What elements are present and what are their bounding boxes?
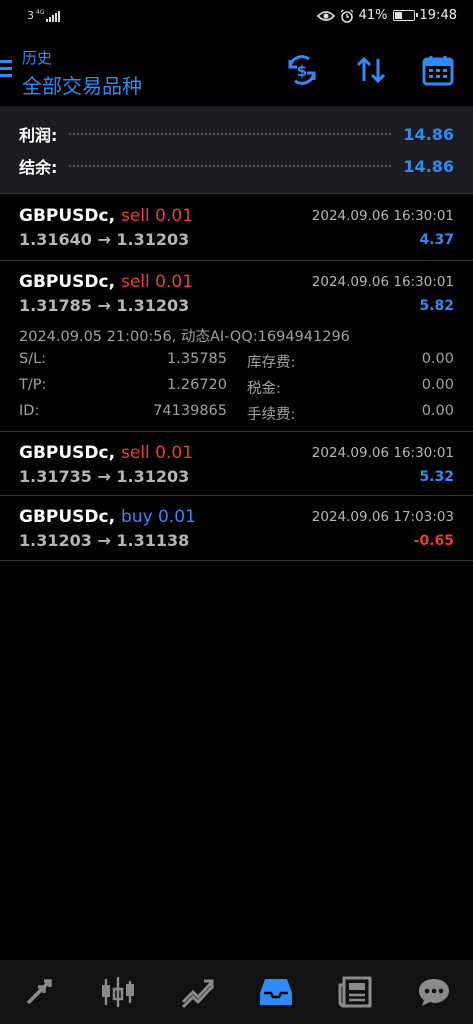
app-header: 历史 全部交易品种 $ [0,34,473,106]
deal-time: 2024.09.06 16:30:01 [311,274,454,290]
deal-profit: 5.82 [419,298,454,314]
tax-value: 0.00 [421,377,454,393]
chat-icon[interactable] [409,967,459,1017]
swap-value: 0.00 [421,351,454,367]
page-subtitle: 历史 [22,49,53,67]
deal-row[interactable]: GBPUSDc, sell 0.01 1.31735 → 1.31203 202… [0,432,473,496]
quotes-icon[interactable] [14,967,64,1017]
tp-label: T/P: [19,377,47,393]
dotted-leader [69,133,392,135]
dotted-leader [69,165,392,167]
sl-value: 1.35785 [167,351,227,367]
deal-open-info: 2024.09.05 21:00:56, 动态AI-QQ:1694941296 [19,329,350,345]
status-bar: 3 4G 41% 19:48 [0,0,473,34]
eye-icon [316,10,335,21]
deal-time: 2024.09.06 17:03:03 [311,509,454,525]
id-label: ID: [19,403,40,419]
deal-profit: 4.37 [419,232,454,248]
deal-row-expanded[interactable]: GBPUSDc, sell 0.01 1.31785 → 1.31203 202… [0,261,473,432]
fee-label: 手续费: [247,407,296,423]
deal-side: sell 0.01 [121,206,194,226]
profit-value: 14.86 [403,124,454,144]
symbol-filter[interactable]: 全部交易品种 [22,70,142,99]
sl-label: S/L: [19,351,47,367]
balance-label: 结余: [19,158,58,177]
news-icon[interactable] [330,967,380,1017]
deal-time: 2024.09.06 16:30:01 [311,445,454,461]
battery-icon [392,10,418,21]
tp-value: 1.26720 [167,377,227,393]
deal-time: 2024.09.06 16:30:01 [311,208,454,224]
sort-icon[interactable] [351,50,391,90]
clock: 19:48 [419,8,457,23]
battery-percent: 41% [358,8,388,23]
fee-value: 0.00 [421,403,454,419]
network-type: 4G [36,9,45,16]
menu-icon[interactable] [0,60,12,78]
swap-label: 库存费: [247,355,296,371]
deal-symbol: GBPUSDc, [19,443,116,463]
chart-icon[interactable] [93,967,143,1017]
deal-profit: -0.65 [413,533,454,549]
alarm-icon [340,8,354,23]
dollar-swap-icon[interactable]: $ [282,50,322,90]
deal-side: sell 0.01 [121,443,194,463]
deal-side: sell 0.01 [121,272,194,292]
deal-symbol: GBPUSDc, [19,507,116,527]
id-value: 74139865 [153,403,227,419]
tax-label: 税金: [247,381,281,397]
deal-prices: 1.31735 → 1.31203 [19,467,190,486]
history-icon[interactable] [251,967,301,1017]
profit-label: 利润: [19,126,58,145]
deal-row[interactable]: GBPUSDc, buy 0.01 1.31203 → 1.31138 2024… [0,496,473,561]
svg-text:$: $ [297,62,307,80]
deal-symbol: GBPUSDc, [19,206,116,226]
deal-prices: 1.31203 → 1.31138 [19,531,190,550]
deal-row[interactable]: GBPUSDc, sell 0.01 1.31640 → 1.31203 202… [0,195,473,261]
profit-row: 利润: 14.86 [19,122,454,146]
deal-profit: 5.32 [419,469,454,485]
deal-side: buy 0.01 [121,507,196,527]
summary-panel: 利润: 14.86 结余: 14.86 [0,106,473,194]
deal-symbol: GBPUSDc, [19,272,116,292]
signal-bars-icon [46,11,61,22]
calendar-icon[interactable] [418,50,458,90]
balance-value: 14.86 [403,156,454,176]
deal-prices: 1.31785 → 1.31203 [19,296,190,315]
deal-prices: 1.31640 → 1.31203 [19,230,190,249]
carrier-label: 3 [27,9,34,22]
trade-icon[interactable] [172,967,222,1017]
bottom-navigation [0,960,473,1024]
balance-row: 结余: 14.86 [19,154,454,178]
signal-indicator: 3 4G [27,9,61,22]
